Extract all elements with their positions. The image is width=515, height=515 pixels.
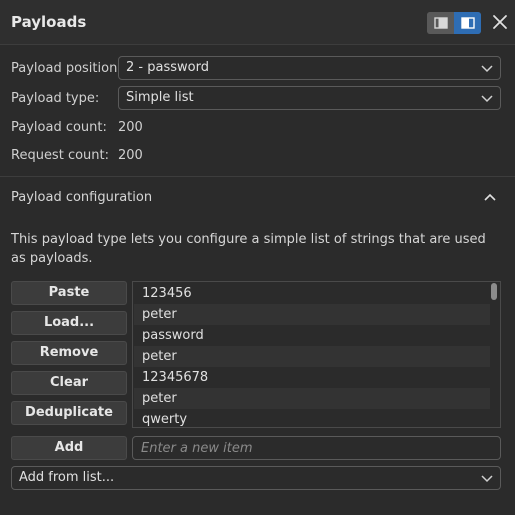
payload-position-value: 2 - password (126, 60, 209, 75)
close-icon[interactable] (490, 12, 510, 32)
request-count-label: Request count: (11, 148, 109, 163)
payload-position-label: Payload position: (11, 61, 122, 76)
payload-position-select[interactable]: 2 - password (118, 56, 501, 80)
panel-title: Payloads (11, 13, 87, 31)
deduplicate-button[interactable]: Deduplicate (11, 401, 127, 425)
add-button[interactable]: Add (11, 436, 127, 460)
list-scrollbar[interactable] (491, 283, 497, 300)
payloads-panel: Payloads Payload position: 2 - password … (0, 0, 515, 515)
list-item[interactable]: peter (134, 304, 490, 325)
section-divider (0, 176, 515, 177)
layout-toggle[interactable] (427, 12, 481, 34)
chevron-down-icon (481, 475, 493, 483)
list-layout-icon[interactable] (427, 12, 454, 34)
payload-count-label: Payload count: (11, 120, 107, 135)
payload-count-value: 200 (118, 120, 143, 135)
list-item[interactable]: peter (134, 388, 490, 409)
payload-type-value: Simple list (126, 90, 194, 105)
clear-button[interactable]: Clear (11, 371, 127, 395)
list-item[interactable]: peter (134, 346, 490, 367)
payload-list[interactable]: 123456 peter password peter 12345678 pet… (132, 281, 501, 428)
split-layout-icon[interactable] (454, 12, 481, 34)
chevron-up-icon[interactable] (483, 192, 497, 202)
list-item[interactable]: 123456 (134, 283, 490, 304)
request-count-value: 200 (118, 148, 143, 163)
load-button[interactable]: Load... (11, 311, 127, 335)
payload-configuration-title: Payload configuration (11, 190, 153, 205)
list-item[interactable]: 12345678 (134, 367, 490, 388)
remove-button[interactable]: Remove (11, 341, 127, 365)
new-item-input[interactable] (132, 436, 501, 460)
add-from-list-select[interactable]: Add from list... (11, 466, 501, 490)
list-item[interactable]: password (134, 325, 490, 346)
panel-header: Payloads (0, 0, 515, 45)
payload-type-select[interactable]: Simple list (118, 86, 501, 110)
paste-button[interactable]: Paste (11, 281, 127, 305)
payload-type-label: Payload type: (11, 91, 100, 106)
chevron-down-icon (481, 95, 493, 103)
list-item[interactable]: qwerty (134, 409, 490, 427)
add-from-list-value: Add from list... (19, 470, 115, 485)
chevron-down-icon (481, 65, 493, 73)
payload-configuration-description: This payload type lets you configure a s… (11, 232, 486, 266)
